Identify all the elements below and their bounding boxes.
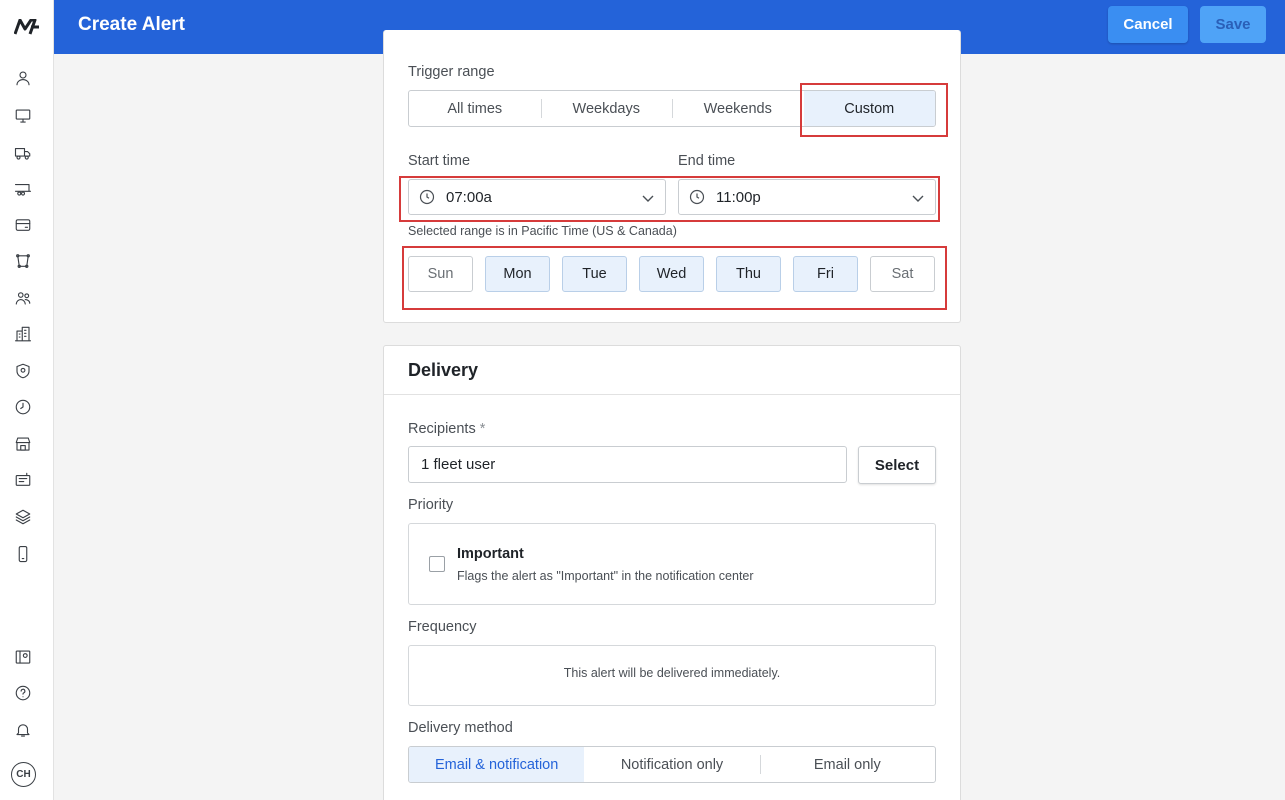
method-notification-only[interactable]: Notification only bbox=[584, 747, 759, 782]
store-icon[interactable] bbox=[11, 432, 35, 456]
method-email-only[interactable]: Email only bbox=[759, 747, 935, 782]
card-icon[interactable] bbox=[11, 213, 35, 237]
monitor-icon[interactable] bbox=[11, 104, 35, 128]
end-time-value: 11:00p bbox=[716, 188, 761, 206]
important-title: Important bbox=[457, 546, 524, 562]
priority-label: Priority bbox=[408, 497, 454, 513]
clock-icon[interactable] bbox=[11, 395, 35, 419]
start-time-label: Start time bbox=[408, 153, 471, 169]
building-icon[interactable] bbox=[11, 322, 35, 346]
chevron-down-icon bbox=[912, 195, 924, 202]
range-option-weekends[interactable]: Weekends bbox=[672, 91, 804, 126]
divider bbox=[384, 394, 960, 395]
cancel-button[interactable]: Cancel bbox=[1108, 6, 1188, 43]
frequency-label: Frequency bbox=[408, 619, 477, 635]
map-pin-icon[interactable] bbox=[11, 645, 35, 669]
trigger-range-label: Trigger range bbox=[408, 64, 495, 80]
logo-icon[interactable] bbox=[0, 0, 54, 54]
start-time-select[interactable]: 07:00a bbox=[408, 179, 666, 215]
timezone-note: Selected range is in Pacific Time (US & … bbox=[408, 224, 677, 238]
important-checkbox[interactable] bbox=[429, 556, 445, 572]
trigger-card: Trigger range All times Weekdays Weekend… bbox=[383, 30, 961, 323]
range-option-all-times[interactable]: All times bbox=[409, 91, 541, 126]
bell-icon[interactable] bbox=[11, 718, 35, 742]
day-mon[interactable]: Mon bbox=[485, 256, 550, 292]
route-icon[interactable] bbox=[11, 249, 35, 273]
day-sat[interactable]: Sat bbox=[870, 256, 935, 292]
delivery-method-label: Delivery method bbox=[408, 720, 513, 736]
truck-icon[interactable] bbox=[11, 141, 35, 165]
chevron-down-icon bbox=[642, 195, 654, 202]
clock-icon bbox=[689, 189, 705, 205]
day-tue[interactable]: Tue bbox=[562, 256, 627, 292]
method-email-notification[interactable]: Email & notification bbox=[409, 747, 585, 782]
save-button[interactable]: Save bbox=[1200, 6, 1266, 43]
select-recipients-button[interactable]: Select bbox=[858, 446, 936, 484]
end-time-select[interactable]: 11:00p bbox=[678, 179, 936, 215]
start-time-value: 07:00a bbox=[446, 188, 492, 206]
ticket-icon[interactable] bbox=[11, 468, 35, 492]
priority-box: Important Flags the alert as "Important"… bbox=[408, 523, 936, 605]
day-wed[interactable]: Wed bbox=[639, 256, 704, 292]
day-fri[interactable]: Fri bbox=[793, 256, 858, 292]
day-thu[interactable]: Thu bbox=[716, 256, 781, 292]
delivery-title: Delivery bbox=[408, 360, 479, 380]
avatar[interactable]: CH bbox=[11, 762, 36, 787]
clock-icon bbox=[419, 189, 435, 205]
users-icon[interactable] bbox=[11, 286, 35, 310]
day-sun[interactable]: Sun bbox=[408, 256, 473, 292]
recipients-label: Recipients * bbox=[408, 421, 486, 437]
sidebar: CH bbox=[0, 0, 54, 800]
user-icon[interactable] bbox=[11, 66, 35, 90]
delivery-card: Delivery Recipients * 1 fleet user Selec… bbox=[383, 345, 961, 800]
page-title: Create Alert bbox=[78, 14, 186, 35]
shield-icon[interactable] bbox=[11, 359, 35, 383]
delivery-method-segmented: Email & notification Notification only E… bbox=[408, 746, 936, 783]
frequency-box: This alert will be delivered immediately… bbox=[408, 645, 936, 706]
trigger-range-segmented: All times Weekdays Weekends Custom bbox=[408, 90, 936, 127]
recipients-field[interactable]: 1 fleet user bbox=[408, 446, 847, 483]
layers-icon[interactable] bbox=[11, 505, 35, 529]
important-description: Flags the alert as "Important" in the no… bbox=[457, 569, 754, 583]
trailer-icon[interactable] bbox=[11, 177, 35, 201]
help-icon[interactable] bbox=[11, 681, 35, 705]
range-option-weekdays[interactable]: Weekdays bbox=[540, 91, 673, 126]
end-time-label: End time bbox=[678, 153, 736, 169]
phone-icon[interactable] bbox=[11, 542, 35, 566]
range-option-custom[interactable]: Custom bbox=[803, 91, 935, 126]
frequency-text: This alert will be delivered immediately… bbox=[563, 666, 781, 680]
